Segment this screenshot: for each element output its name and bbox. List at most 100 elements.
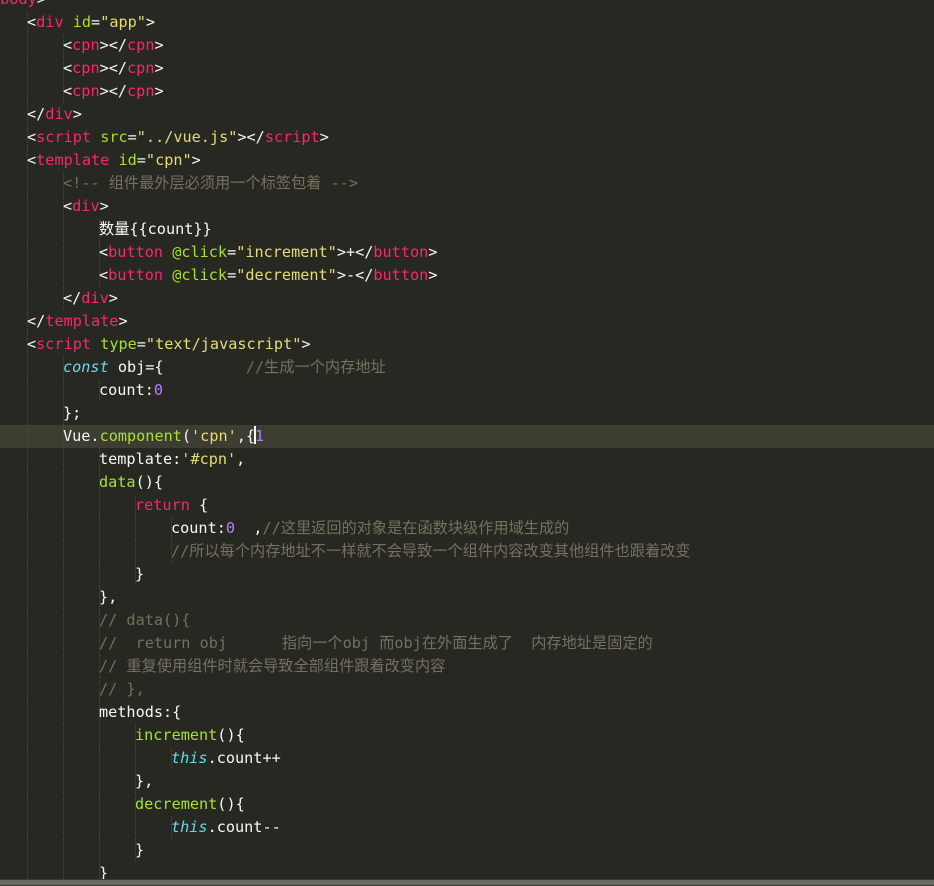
code-text: count:0 ,//这里返回的对象是在函数块级作用域生成的 <box>171 517 569 540</box>
code-token: > <box>319 128 329 146</box>
code-token: this <box>171 749 208 767</box>
code-line[interactable]: <div id="app"> <box>0 11 934 34</box>
code-token: ></ <box>237 128 265 146</box>
code-line[interactable]: methods:{ <box>0 701 934 724</box>
code-line[interactable]: this.count++ <box>0 747 934 770</box>
code-token: = <box>91 13 101 31</box>
indent-guide <box>99 724 100 747</box>
code-token: cpn <box>72 36 100 54</box>
code-token: button <box>373 243 429 261</box>
code-line[interactable]: }; <box>0 402 934 425</box>
code-token: </ <box>27 312 46 330</box>
code-token: , <box>236 450 246 468</box>
code-line[interactable]: <cpn></cpn> <box>0 34 934 57</box>
code-line[interactable]: </div> <box>0 103 934 126</box>
code-text: <!-- 组件最外层必须用一个标签包着 --> <box>63 172 358 195</box>
code-line[interactable]: </div> <box>0 287 934 310</box>
code-token: button <box>108 266 164 284</box>
code-line[interactable]: const obj={ //生成一个内存地址 <box>0 356 934 379</box>
code-token: this <box>171 818 208 836</box>
code-line[interactable]: </template> <box>0 310 934 333</box>
indent-guide <box>99 747 100 770</box>
code-line[interactable]: // return obj 指向一个obj 而obj在外面生成了 内存地址是固定… <box>0 632 934 655</box>
code-line[interactable]: template:'#cpn', <box>0 448 934 471</box>
code-line[interactable]: <body> <box>0 0 934 11</box>
code-line[interactable]: 数量{{count}} <box>0 218 934 241</box>
code-line[interactable]: }, <box>0 770 934 793</box>
code-text: <script src="../vue.js"></script> <box>27 126 329 149</box>
code-line[interactable]: // }, <box>0 678 934 701</box>
code-line[interactable]: decrement(){ <box>0 793 934 816</box>
horizontal-scrollbar[interactable] <box>0 879 934 886</box>
code-line[interactable]: <script src="../vue.js"></script> <box>0 126 934 149</box>
code-line[interactable]: count:0 <box>0 379 934 402</box>
code-token: }, <box>99 588 118 606</box>
code-token: div <box>81 289 109 307</box>
code-token: // return obj 指向一个obj 而obj在外面生成了 内存地址是固定… <box>99 634 653 652</box>
code-line[interactable]: <cpn></cpn> <box>0 80 934 103</box>
code-token: body <box>0 0 37 8</box>
code-text: <script type="text/javascript"> <box>27 333 311 356</box>
code-line[interactable]: <cpn></cpn> <box>0 57 934 80</box>
code-text: template:'#cpn', <box>99 448 245 471</box>
code-token: < <box>63 36 73 54</box>
code-token: , <box>235 519 263 537</box>
indent-guide <box>27 701 28 724</box>
horizontal-scrollbar-thumb[interactable] <box>0 880 934 885</box>
code-token: //生成一个内存地址 <box>245 358 386 376</box>
code-token: id <box>118 151 137 169</box>
code-token: //这里返回的对象是在函数块级作用域生成的 <box>262 519 570 537</box>
code-line[interactable]: // data(){ <box>0 609 934 632</box>
code-line[interactable]: } <box>0 563 934 586</box>
indent-guide <box>27 80 28 103</box>
code-token: 0 <box>153 381 164 399</box>
code-editor[interactable]: <body><div id="app"><cpn></cpn><cpn></cp… <box>0 0 934 886</box>
indent-guide <box>63 701 64 724</box>
indent-guide <box>27 517 28 540</box>
code-line[interactable]: increment(){ <box>0 724 934 747</box>
code-line[interactable]: //所以每个内存地址不一样就不会导致一个组件内容改变其他组件也跟着改变 <box>0 540 934 563</box>
code-token: .count++ <box>207 749 281 767</box>
code-line[interactable]: <script type="text/javascript"> <box>0 333 934 356</box>
code-line[interactable]: // 重复使用组件时就会导致全部组件跟着改变内容 <box>0 655 934 678</box>
indent-guide <box>27 34 28 57</box>
indent-guide <box>63 471 64 494</box>
code-text: <cpn></cpn> <box>63 57 164 80</box>
code-text: } <box>135 839 144 862</box>
code-token: ,{ <box>236 427 256 445</box>
code-text: return { <box>135 494 208 517</box>
code-line[interactable]: }, <box>0 586 934 609</box>
code-line[interactable]: <button @click="increment">+</button> <box>0 241 934 264</box>
active-code-line[interactable]: Vue.component('cpn',{1 <box>0 425 934 448</box>
code-line[interactable]: count:0 ,//这里返回的对象是在函数块级作用域生成的 <box>0 517 934 540</box>
code-line[interactable]: <!-- 组件最外层必须用一个标签包着 --> <box>0 172 934 195</box>
code-token: >+</ <box>336 243 374 261</box>
code-token: <!-- 组件最外层必须用一个标签包着 --> <box>63 174 358 192</box>
code-text: this.count++ <box>171 747 281 770</box>
indent-guide <box>63 379 64 402</box>
code-token: = <box>127 128 137 146</box>
code-token: 0 <box>225 519 236 537</box>
code-token: "app" <box>100 13 146 31</box>
code-line[interactable]: <div> <box>0 195 934 218</box>
code-token: Vue. <box>63 427 100 445</box>
code-line[interactable]: data(){ <box>0 471 934 494</box>
indent-guide <box>63 241 64 264</box>
indent-guide <box>27 448 28 471</box>
code-token: > <box>108 289 118 307</box>
indent-guide <box>99 494 100 517</box>
code-token: script <box>264 128 320 146</box>
indent-guide <box>99 816 100 839</box>
code-line[interactable]: <button @click="decrement">-</button> <box>0 264 934 287</box>
code-token: "../vue.js" <box>136 128 238 146</box>
code-token: </ <box>27 105 46 123</box>
code-line[interactable]: } <box>0 839 934 862</box>
indent-guide <box>27 471 28 494</box>
code-line[interactable]: return { <box>0 494 934 517</box>
code-line[interactable]: this.count-- <box>0 816 934 839</box>
code-line[interactable]: <template id="cpn"> <box>0 149 934 172</box>
indent-guide <box>27 586 28 609</box>
